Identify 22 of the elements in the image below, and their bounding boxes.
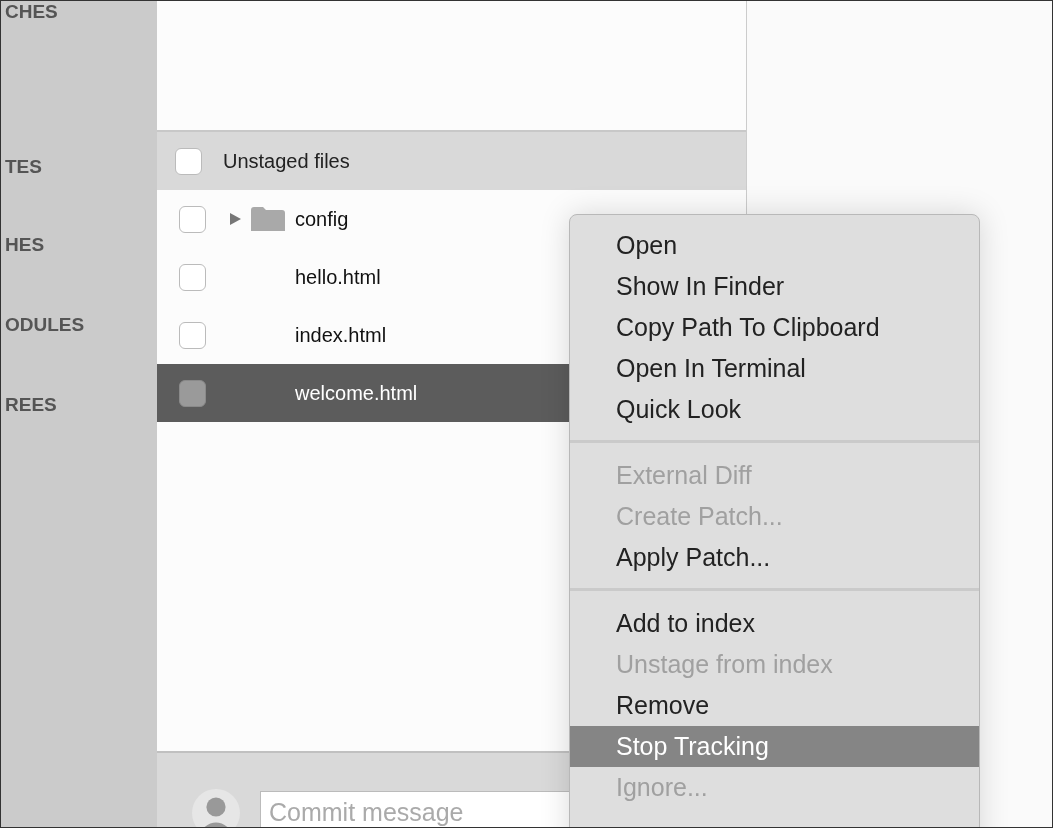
checkbox[interactable] xyxy=(179,321,206,349)
checkbox[interactable] xyxy=(179,379,206,407)
menu-item[interactable]: Apply Patch... xyxy=(570,537,979,578)
file-name: hello.html xyxy=(295,265,381,289)
sidebar-section-label[interactable]: TES xyxy=(5,156,42,178)
sidebar-section-label[interactable]: CHES xyxy=(5,1,58,23)
menu-item[interactable]: Stop Tracking xyxy=(570,726,979,767)
file-name: config xyxy=(295,207,349,231)
avatar xyxy=(192,789,240,827)
menu-item[interactable]: Remove xyxy=(570,685,979,726)
folder-icon xyxy=(251,207,285,231)
file-name: welcome.html xyxy=(295,381,418,405)
file-name: index.html xyxy=(295,323,387,347)
sidebar-section-label[interactable]: ODULES xyxy=(5,314,85,336)
disclosure-triangle-icon[interactable] xyxy=(229,212,241,226)
sidebar-section-label[interactable]: REES xyxy=(5,394,57,416)
checkbox[interactable] xyxy=(179,263,206,291)
checkbox[interactable] xyxy=(175,147,202,175)
checkbox[interactable] xyxy=(179,205,206,233)
menu-item[interactable]: Add to index xyxy=(570,603,979,644)
section-title: Unstaged files xyxy=(223,149,350,173)
sidebar-section-label[interactable]: HES xyxy=(5,234,45,256)
